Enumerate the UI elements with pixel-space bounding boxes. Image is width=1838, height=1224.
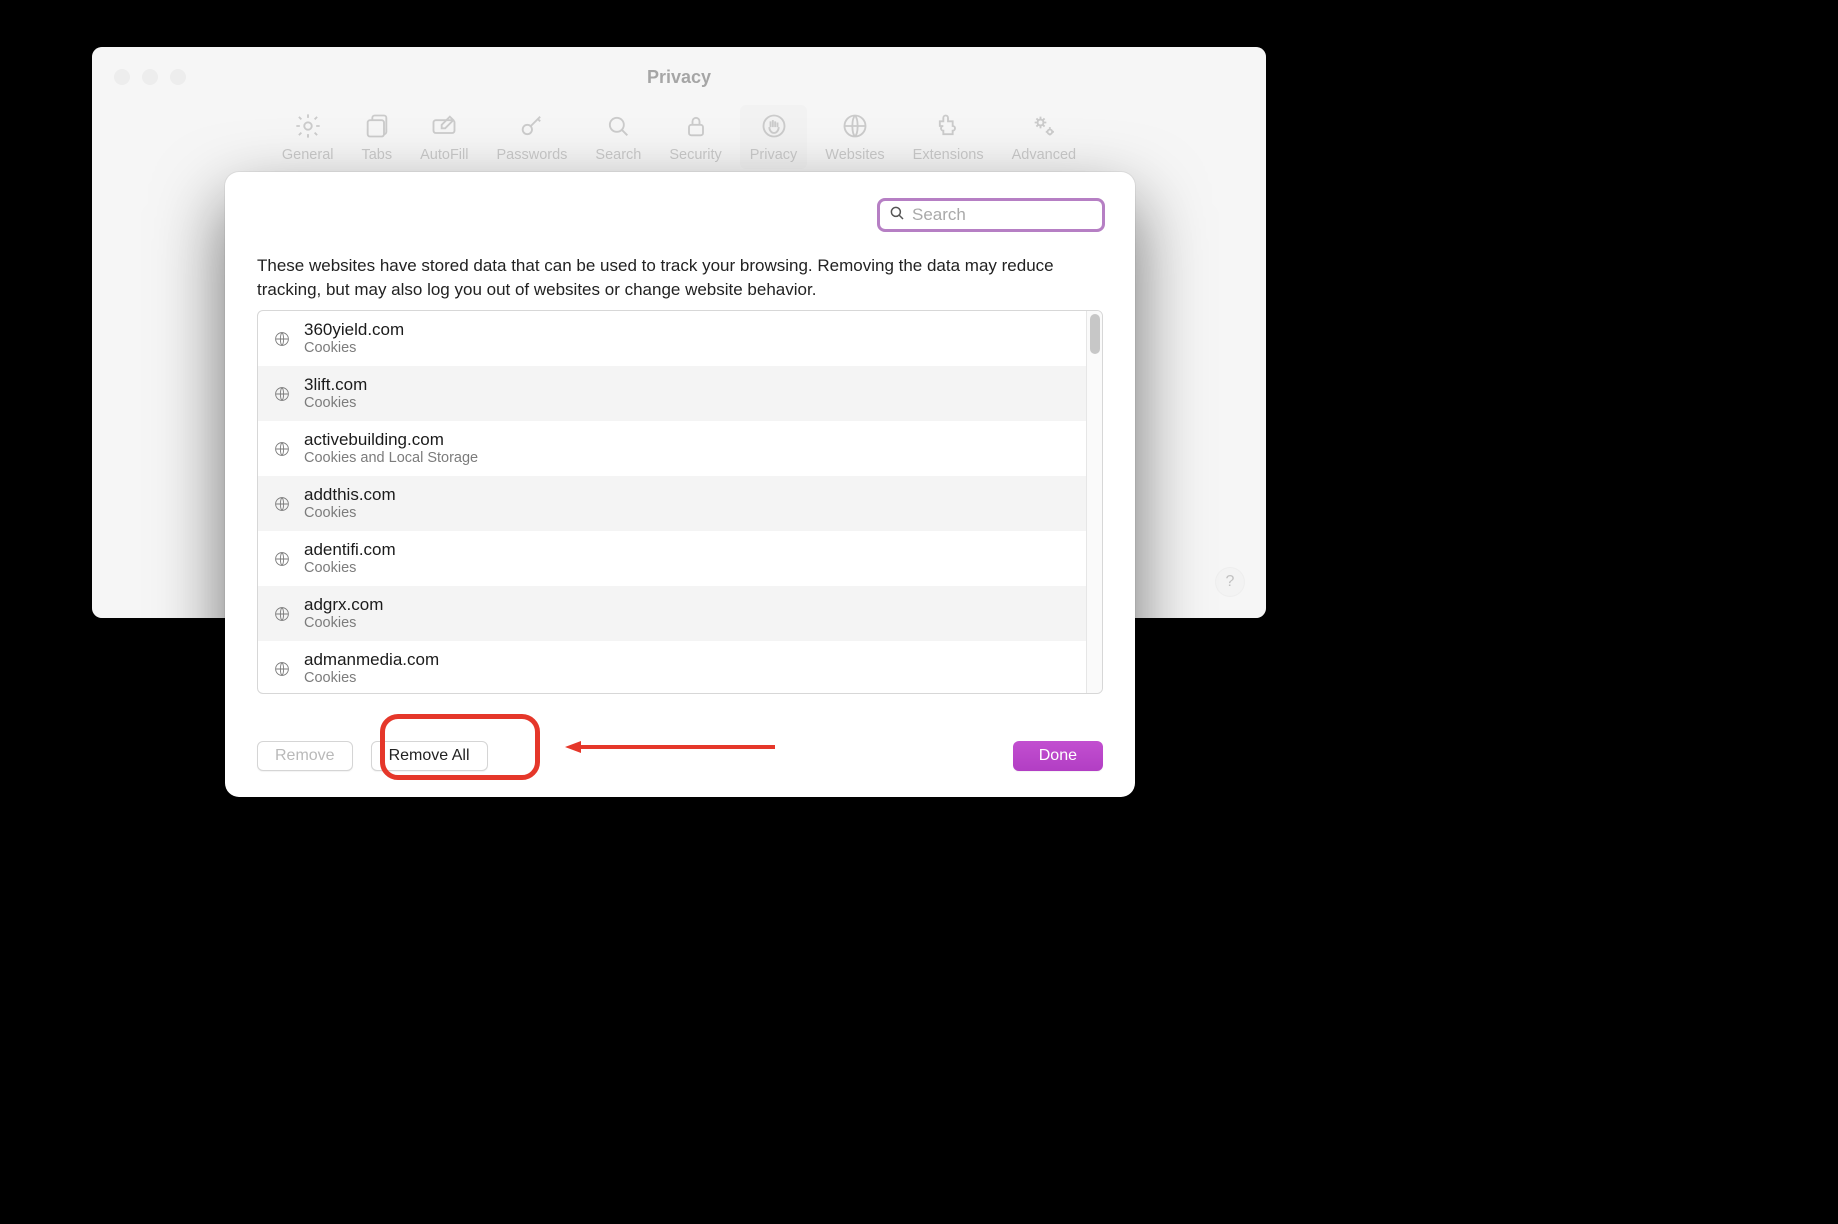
tab-autofill[interactable]: AutoFill [410, 105, 478, 169]
sheet-button-bar: Remove Remove All Done [257, 741, 1103, 771]
tab-privacy[interactable]: Privacy [740, 105, 808, 169]
sheet-description: These websites have stored data that can… [257, 254, 1103, 302]
window-title: Privacy [92, 67, 1266, 88]
button-label: Remove [275, 747, 335, 765]
button-label: Remove All [389, 747, 470, 765]
help-button[interactable]: ? [1216, 568, 1244, 596]
tab-extensions[interactable]: Extensions [903, 105, 994, 169]
website-domain: activebuilding.com [304, 430, 478, 450]
website-domain: 3lift.com [304, 375, 367, 395]
website-row[interactable]: activebuilding.comCookies and Local Stor… [258, 421, 1086, 476]
globe-icon [272, 659, 292, 679]
tab-tabs[interactable]: Tabs [351, 105, 402, 169]
tab-websites[interactable]: Websites [815, 105, 894, 169]
remove-all-button[interactable]: Remove All [371, 741, 488, 771]
manage-website-data-sheet: These websites have stored data that can… [225, 172, 1135, 797]
puzzle-icon [933, 111, 963, 141]
tab-label: Privacy [750, 147, 798, 163]
tab-label: Websites [825, 147, 884, 163]
globe-icon [272, 549, 292, 569]
search-input[interactable] [912, 205, 1133, 225]
website-detail: Cookies [304, 340, 404, 357]
tab-label: AutoFill [420, 147, 468, 163]
autofill-icon [429, 111, 459, 141]
remove-button[interactable]: Remove [257, 741, 353, 771]
gear-icon [293, 111, 323, 141]
globe-icon [272, 494, 292, 514]
tab-label: Tabs [361, 147, 392, 163]
button-label: Done [1039, 747, 1077, 765]
website-row[interactable]: addthis.comCookies [258, 476, 1086, 531]
lock-icon [681, 111, 711, 141]
website-detail: Cookies [304, 670, 439, 687]
tab-advanced[interactable]: Advanced [1002, 105, 1087, 169]
search-field-wrapper [877, 198, 1105, 232]
gears-icon [1029, 111, 1059, 141]
website-detail: Cookies [304, 615, 383, 632]
website-detail: Cookies [304, 395, 367, 412]
website-domain: adgrx.com [304, 595, 383, 615]
tab-search[interactable]: Search [585, 105, 651, 169]
search-icon [603, 111, 633, 141]
tab-label: Security [669, 147, 721, 163]
done-button[interactable]: Done [1013, 741, 1103, 771]
website-row[interactable]: 3lift.comCookies [258, 366, 1086, 421]
scrollbar-thumb[interactable] [1090, 314, 1100, 354]
website-domain: adentifi.com [304, 540, 396, 560]
tab-label: Extensions [913, 147, 984, 163]
website-row[interactable]: 360yield.comCookies [258, 311, 1086, 366]
website-domain: addthis.com [304, 485, 396, 505]
tab-label: General [282, 147, 334, 163]
tab-security[interactable]: Security [659, 105, 731, 169]
website-data-list: 360yield.comCookies3lift.comCookiesactiv… [257, 310, 1103, 694]
website-domain: admanmedia.com [304, 650, 439, 670]
help-icon: ? [1226, 573, 1235, 591]
website-row[interactable]: adgrx.comCookies [258, 586, 1086, 641]
website-domain: 360yield.com [304, 320, 404, 340]
website-row[interactable]: admanmedia.comCookies [258, 641, 1086, 693]
key-icon [517, 111, 547, 141]
hand-icon [759, 111, 789, 141]
tab-passwords[interactable]: Passwords [486, 105, 577, 169]
tab-general[interactable]: General [272, 105, 344, 169]
website-detail: Cookies and Local Storage [304, 450, 478, 467]
website-detail: Cookies [304, 505, 396, 522]
search-icon [888, 204, 906, 227]
tab-label: Passwords [496, 147, 567, 163]
list-scrollbar[interactable] [1086, 311, 1102, 693]
website-row[interactable]: adentifi.comCookies [258, 531, 1086, 586]
globe-icon [272, 384, 292, 404]
globe-icon [272, 329, 292, 349]
website-detail: Cookies [304, 560, 396, 577]
tab-label: Advanced [1012, 147, 1077, 163]
globe-icon [272, 604, 292, 624]
preferences-toolbar: General Tabs AutoFill Passwords Search [92, 105, 1266, 169]
tab-label: Search [595, 147, 641, 163]
globe-icon [840, 111, 870, 141]
globe-icon [272, 439, 292, 459]
tabs-icon [362, 111, 392, 141]
